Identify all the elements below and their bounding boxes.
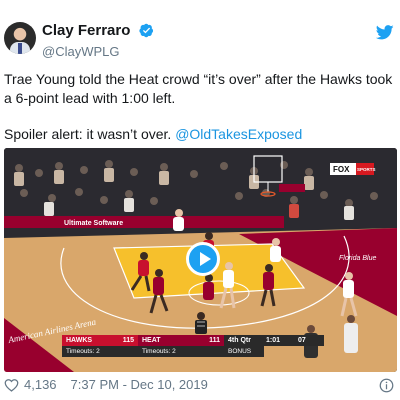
video-player[interactable]: Ultimate Software FOX SPORTS Florida Blu…	[4, 148, 397, 372]
tweet-line-2: Spoiler alert: it wasn’t over. @OldTakes…	[4, 125, 396, 144]
info-icon[interactable]	[379, 378, 394, 393]
bonus-indicator: BONUS	[224, 346, 264, 357]
twitter-logo-icon[interactable]	[376, 25, 394, 40]
ad-text: Ultimate Software	[64, 220, 123, 227]
like-count[interactable]: 4,136	[24, 377, 57, 392]
scorebug-bottom-row: Timeouts: 2 Timeouts: 2 BONUS	[62, 346, 264, 357]
display-name[interactable]: Clay Ferraro	[42, 22, 130, 39]
avatar[interactable]	[4, 22, 36, 54]
tweet-line-1: Trae Young told the Heat crowd “it’s ove…	[4, 71, 393, 106]
heart-icon[interactable]	[4, 378, 19, 392]
scorebug: HAWKS 115 HEAT 111 4th Qtr 1:01 07 Timeo…	[62, 335, 324, 357]
mention-link[interactable]: @OldTakesExposed	[175, 126, 302, 142]
broadcast-logo: FOX	[333, 165, 350, 174]
handle[interactable]: @ClayWPLG	[42, 44, 154, 59]
timestamp[interactable]: 7:37 PM - Dec 10, 2019	[71, 377, 208, 392]
away-score: 115	[110, 335, 138, 346]
verified-icon	[139, 23, 153, 38]
tweet-footer: 4,136 7:37 PM - Dec 10, 2019	[4, 377, 208, 392]
play-button[interactable]	[186, 242, 220, 276]
home-timeouts: Timeouts: 2	[138, 346, 224, 357]
away-team: HAWKS	[62, 335, 110, 346]
broadcast-logo-sub: SPORTS	[357, 167, 376, 172]
floor-text: Florida Blue	[339, 255, 376, 262]
tweet-line-2-text: Spoiler alert: it wasn’t over.	[4, 126, 176, 142]
game-clock: 1:01	[262, 335, 294, 346]
shot-clock: 07	[294, 335, 324, 346]
quarter: 4th Qtr	[224, 335, 262, 346]
avatar-tie	[18, 43, 22, 54]
scorebug-top-row: HAWKS 115 HEAT 111 4th Qtr 1:01 07	[62, 335, 324, 346]
author-block: Clay Ferraro @ClayWPLG	[42, 22, 154, 59]
away-timeouts: Timeouts: 2	[62, 346, 138, 357]
play-icon	[200, 252, 211, 266]
home-score: 111	[196, 335, 224, 346]
home-team: HEAT	[138, 335, 196, 346]
